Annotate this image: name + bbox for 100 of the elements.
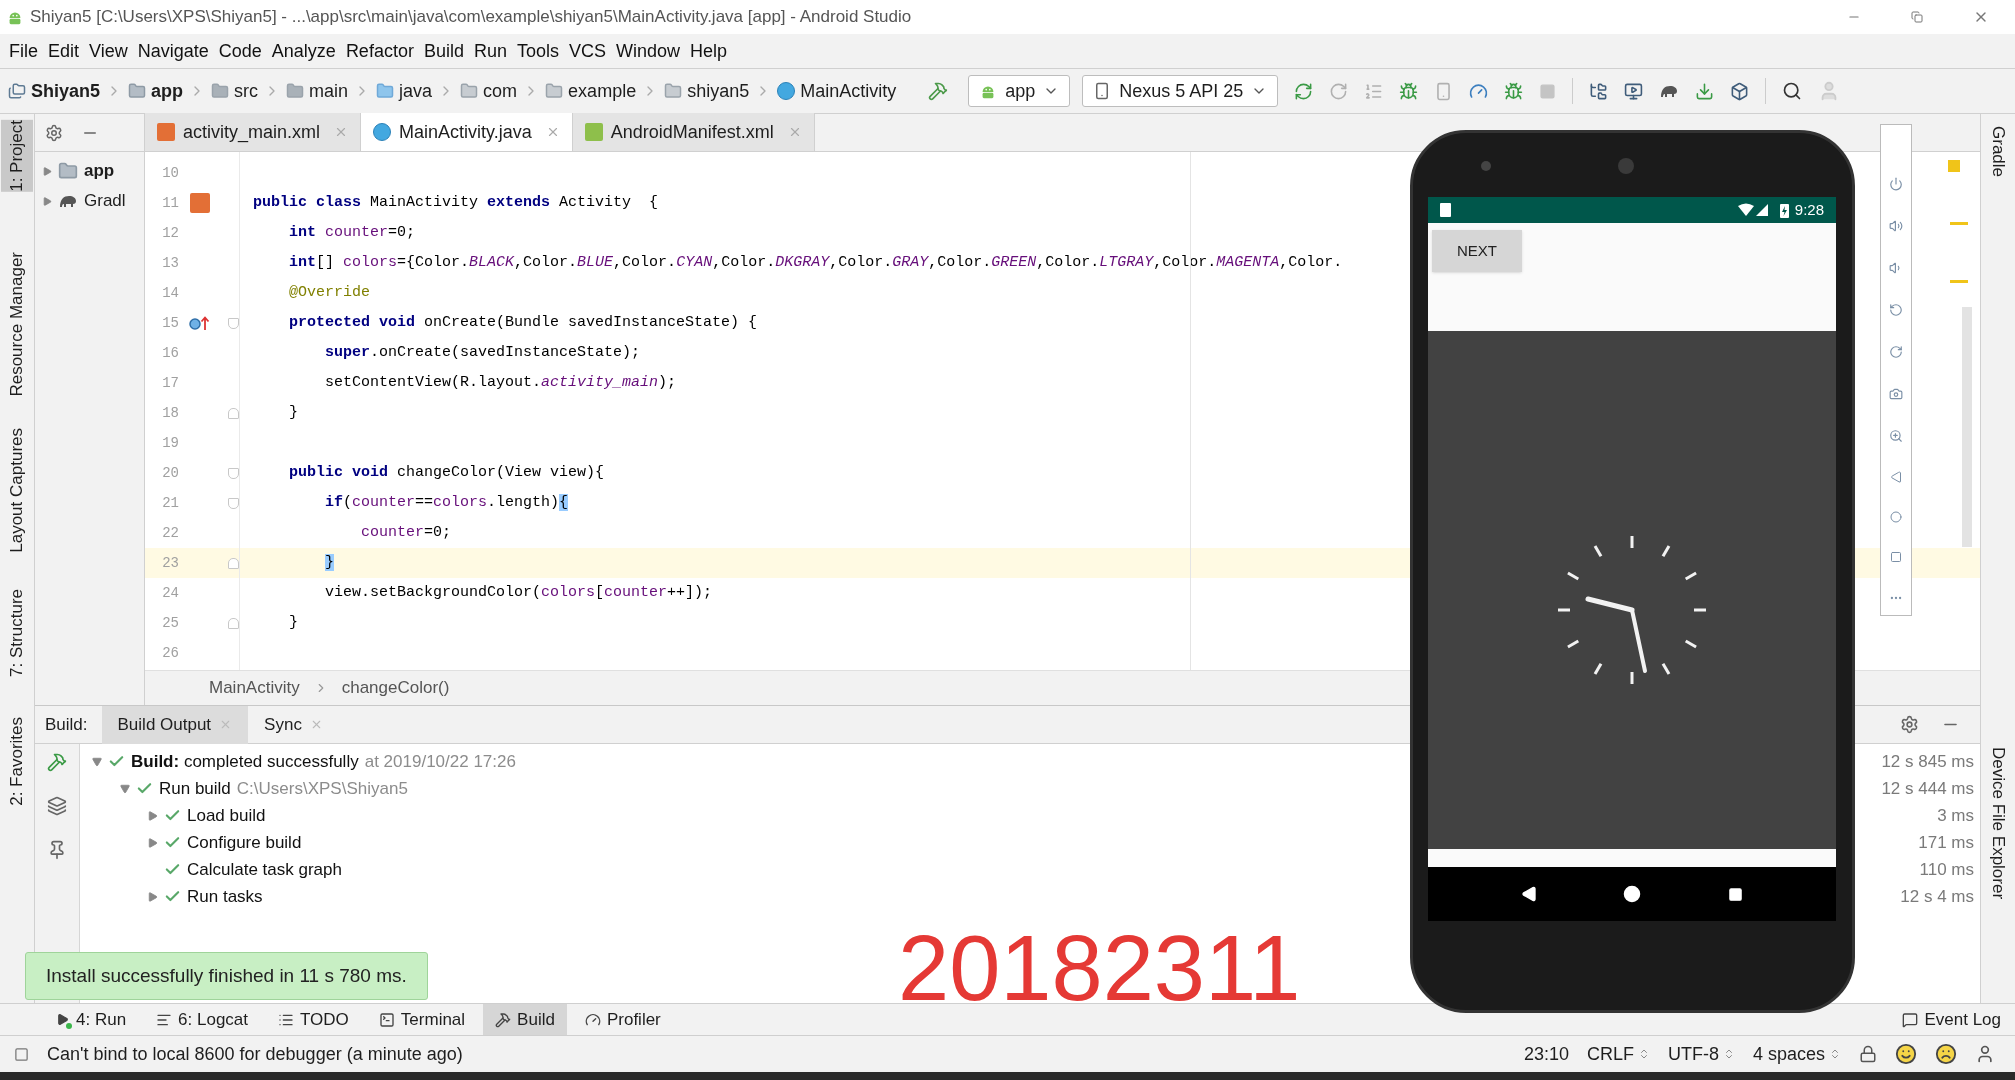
tool-window-button[interactable]: TODO (266, 1003, 361, 1036)
menu-item[interactable]: Code (213, 37, 267, 65)
tool-window-tab[interactable]: 7: Structure (1, 589, 33, 677)
editor-tab[interactable]: MainActivity.java (361, 113, 573, 151)
breadcrumb-item[interactable]: main (286, 77, 349, 105)
bug-arrow-icon[interactable] (1504, 81, 1524, 101)
menu-item[interactable]: Build (418, 37, 469, 65)
fold-marker-icon[interactable] (227, 497, 239, 509)
tool-window-tab[interactable]: Resource Manager (1, 251, 33, 397)
tool-window-button[interactable]: Terminal (366, 1003, 478, 1036)
colored-view[interactable] (1428, 331, 1836, 849)
pin-icon[interactable] (47, 840, 67, 860)
breadcrumb-item[interactable]: src (211, 77, 259, 105)
status-widget[interactable]: 23:10 (1523, 1040, 1569, 1068)
overview-icon[interactable] (1727, 886, 1743, 902)
breadcrumb-item[interactable]: shiyan5 (664, 77, 750, 105)
expanded-arrow-icon[interactable] (120, 783, 130, 794)
device-dropdown[interactable]: Nexus 5 API 25 (1082, 75, 1279, 107)
folder-tree-icon[interactable] (1589, 81, 1609, 101)
restore-icon[interactable] (1911, 11, 1923, 23)
search-icon[interactable] (1782, 81, 1803, 101)
hammer-icon[interactable] (928, 81, 949, 101)
list-icon[interactable] (1364, 81, 1384, 101)
event-log-button[interactable]: Event Log (1902, 1006, 2001, 1033)
menu-item[interactable]: Tools (511, 37, 564, 65)
breadcrumb-item[interactable]: Shiyan5 (8, 77, 101, 105)
tool-window-tab[interactable]: 1: Project (1, 120, 33, 192)
tool-window-tab[interactable]: Layout Captures (1, 428, 33, 554)
fold-marker-icon[interactable] (227, 407, 239, 419)
settings-icon[interactable] (1900, 715, 1919, 734)
smiley-icon[interactable] (1895, 1043, 1917, 1065)
menu-item[interactable]: VCS (564, 37, 611, 65)
download-icon[interactable] (1695, 81, 1715, 101)
tool-window-button[interactable]: Profiler (572, 1003, 673, 1036)
tool-window-button[interactable]: 6: Logcat (144, 1003, 261, 1036)
expanded-arrow-icon[interactable] (92, 756, 102, 767)
scrollbar[interactable] (1962, 307, 1972, 547)
run-configuration-dropdown[interactable]: app (968, 75, 1071, 107)
breadcrumb-item[interactable]: MainActivity (777, 77, 897, 105)
hammer-icon[interactable] (47, 752, 67, 772)
build-tab[interactable]: Sync (248, 705, 339, 744)
tool-window-button[interactable]: Build (483, 1003, 567, 1036)
menu-item[interactable]: Window (611, 37, 686, 65)
apply-changes-icon[interactable] (1294, 81, 1314, 101)
lock-icon[interactable] (1859, 1045, 1877, 1063)
fold-marker-icon[interactable] (227, 557, 239, 569)
status-widget[interactable]: 4 spaces (1752, 1040, 1841, 1068)
breadcrumb-item[interactable]: app (128, 77, 184, 105)
menu-item[interactable]: Run (468, 37, 512, 65)
apply-code-icon[interactable] (1329, 81, 1349, 101)
screen-play-icon[interactable] (1624, 81, 1644, 101)
panel-toggle-icon[interactable] (14, 1046, 29, 1062)
tool-window-tab[interactable]: Device File Explorer (1979, 747, 2015, 900)
breadcrumb-item[interactable]: MainActivity (209, 675, 300, 701)
next-button[interactable]: NEXT (1432, 230, 1522, 272)
menu-item[interactable]: File (4, 37, 43, 65)
cube-icon[interactable] (1730, 81, 1750, 101)
fold-marker-icon[interactable] (227, 467, 239, 479)
back-icon[interactable] (1521, 886, 1538, 902)
menu-item[interactable]: Edit (43, 37, 85, 65)
editor-tab[interactable]: AndroidManifest.xml (572, 113, 815, 151)
collapsed-arrow-icon[interactable] (148, 891, 158, 902)
breadcrumb-item[interactable]: java (376, 77, 433, 105)
debug-icon[interactable] (1399, 81, 1419, 101)
breadcrumb-item[interactable]: com (460, 77, 518, 105)
inspector-icon[interactable] (1975, 1044, 1995, 1064)
volume-up-icon[interactable] (1889, 219, 1903, 233)
console-icon[interactable] (47, 796, 67, 816)
tool-window-tab[interactable]: 2: Favorites (1, 717, 33, 806)
settings-icon[interactable] (45, 123, 63, 142)
build-tab[interactable]: Build Output (101, 705, 249, 744)
tool-window-tab[interactable]: Gradle (1979, 126, 2015, 178)
tool-window-button[interactable]: 4: Run (44, 1003, 139, 1036)
project-tree-item[interactable]: app (84, 158, 115, 184)
menu-item[interactable]: View (84, 37, 133, 65)
frown-icon[interactable] (1935, 1043, 1957, 1065)
menu-item[interactable]: Help (685, 37, 733, 65)
menu-item[interactable]: Analyze (266, 37, 341, 65)
rotate-right-icon[interactable] (1889, 345, 1903, 359)
camera-icon[interactable] (1889, 387, 1903, 401)
power-icon[interactable] (1889, 177, 1903, 191)
collapsed-arrow-icon[interactable] (148, 837, 158, 848)
project-tree-item[interactable]: Gradl (84, 188, 126, 214)
gauge-icon[interactable] (1469, 81, 1489, 101)
warning-marker[interactable] (1948, 160, 1960, 172)
breadcrumb-item[interactable]: changeColor() (341, 675, 450, 701)
fold-marker-icon[interactable] (227, 617, 239, 629)
collapsed-arrow-icon[interactable] (148, 810, 158, 821)
collapsed-arrow-icon[interactable] (43, 166, 52, 176)
status-widget[interactable]: CRLF (1586, 1040, 1650, 1068)
menu-item[interactable]: Refactor (340, 37, 419, 65)
fold-marker-icon[interactable] (227, 317, 239, 329)
override-icon[interactable] (189, 315, 211, 331)
collapsed-arrow-icon[interactable] (43, 196, 52, 206)
status-widget[interactable]: UTF-8 (1667, 1040, 1735, 1068)
rotate-left-icon[interactable] (1889, 303, 1903, 317)
breadcrumb-item[interactable]: example (545, 77, 637, 105)
editor-tab[interactable]: activity_main.xml (145, 113, 362, 151)
menu-item[interactable]: Navigate (132, 37, 214, 65)
zoom-icon[interactable] (1889, 429, 1903, 443)
